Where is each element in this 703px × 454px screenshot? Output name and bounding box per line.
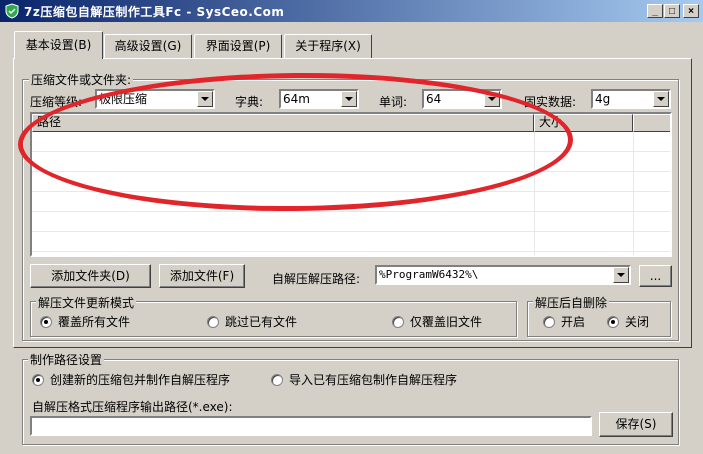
radio-overwrite-all[interactable]: 覆盖所有文件 [40,313,130,330]
compress-level-label: 压缩等级: [30,95,83,109]
close-button[interactable]: × [683,4,699,18]
word-value: 64 [426,92,442,106]
compress-group-legend: 压缩文件或文件夹: [29,71,134,88]
radio-label: 仅覆盖旧文件 [410,315,483,329]
tab-interface-settings[interactable]: 界面设置(P) [194,34,282,58]
browse-button[interactable]: ... [639,265,672,287]
list-row [32,132,670,152]
tab-basic-settings[interactable]: 基本设置(B) [14,31,103,61]
radio-overwrite-older[interactable]: 仅覆盖旧文件 [392,313,482,330]
radio-button[interactable] [607,315,619,328]
radio-create-new-archive[interactable]: 创建新的压缩包并制作自解压程序 [32,371,230,388]
radio-skip-existing[interactable]: 跳过已有文件 [207,313,297,330]
radio-label: 开启 [561,315,586,329]
chevron-down-icon[interactable] [341,91,357,107]
compress-level-select[interactable]: 极限压缩 [95,89,215,109]
update-mode-legend: 解压文件更新模式 [36,294,137,311]
radio-label: 关闭 [625,315,650,329]
radio-import-existing-archive[interactable]: 导入已有压缩包制作自解压程序 [271,371,457,388]
column-header-extra[interactable] [633,114,670,132]
radio-label: 创建新的压缩包并制作自解压程序 [50,373,231,387]
add-file-button[interactable]: 添加文件(F) [159,264,245,288]
title-bar: 7z压缩包自解压制作工具Fc - SysCeo.Com _ □ × [0,0,703,22]
column-divider [534,132,535,255]
list-row [32,192,670,212]
chevron-down-icon[interactable] [653,91,669,107]
extract-path-select[interactable]: %ProgramW6432%\ [375,265,631,285]
dictionary-select[interactable]: 64m [279,89,359,109]
radio-label: 跳过已有文件 [225,315,298,329]
radio-button[interactable] [32,373,44,386]
auto-delete-legend: 解压后自删除 [533,294,610,311]
dictionary-value: 64m [283,92,310,106]
radio-button[interactable] [392,315,404,328]
word-label: 单词: [379,95,408,109]
radio-button[interactable] [40,315,52,328]
chevron-down-icon[interactable] [613,267,629,283]
file-list[interactable]: 路径 大小 [30,112,672,257]
list-row [32,212,670,232]
window-title: 7z压缩包自解压制作工具Fc - SysCeo.Com [24,5,285,19]
column-divider [633,132,634,255]
app-shield-icon [5,3,19,19]
column-header-size[interactable]: 大小 [534,114,633,132]
radio-button[interactable] [543,315,555,328]
save-button[interactable]: 保存(S) [599,412,673,437]
tab-about[interactable]: 关于程序(X) [284,34,372,58]
add-folder-button[interactable]: 添加文件夹(D) [30,264,151,288]
compress-level-value: 极限压缩 [99,92,148,106]
make-path-legend: 制作路径设置 [28,351,105,368]
radio-auto-delete-on[interactable]: 开启 [543,313,585,330]
extract-path-value: %ProgramW6432%\ [379,268,479,281]
radio-label: 覆盖所有文件 [58,315,131,329]
solid-data-select[interactable]: 4g [591,89,671,109]
radio-button[interactable] [271,373,283,386]
chevron-down-icon[interactable] [197,91,213,107]
radio-button[interactable] [207,315,219,328]
minimize-button[interactable]: _ [647,4,663,18]
maximize-button[interactable]: □ [664,4,680,18]
list-row [32,152,670,172]
word-select[interactable]: 64 [422,89,502,109]
output-path-input[interactable] [30,416,592,436]
column-header-path[interactable]: 路径 [32,114,534,132]
tab-advanced-settings[interactable]: 高级设置(G) [104,34,192,58]
list-row [32,232,670,252]
dictionary-label: 字典: [235,95,264,109]
extract-path-label: 自解压解压路径: [272,272,361,286]
chevron-down-icon[interactable] [484,91,500,107]
radio-auto-delete-off[interactable]: 关闭 [607,313,649,330]
list-row [32,172,670,192]
solid-data-label: 固实数据: [524,95,577,109]
output-path-label: 自解压格式压缩程序输出路径(*.exe): [32,400,233,414]
radio-label: 导入已有压缩包制作自解压程序 [289,373,458,387]
solid-data-value: 4g [595,92,611,106]
